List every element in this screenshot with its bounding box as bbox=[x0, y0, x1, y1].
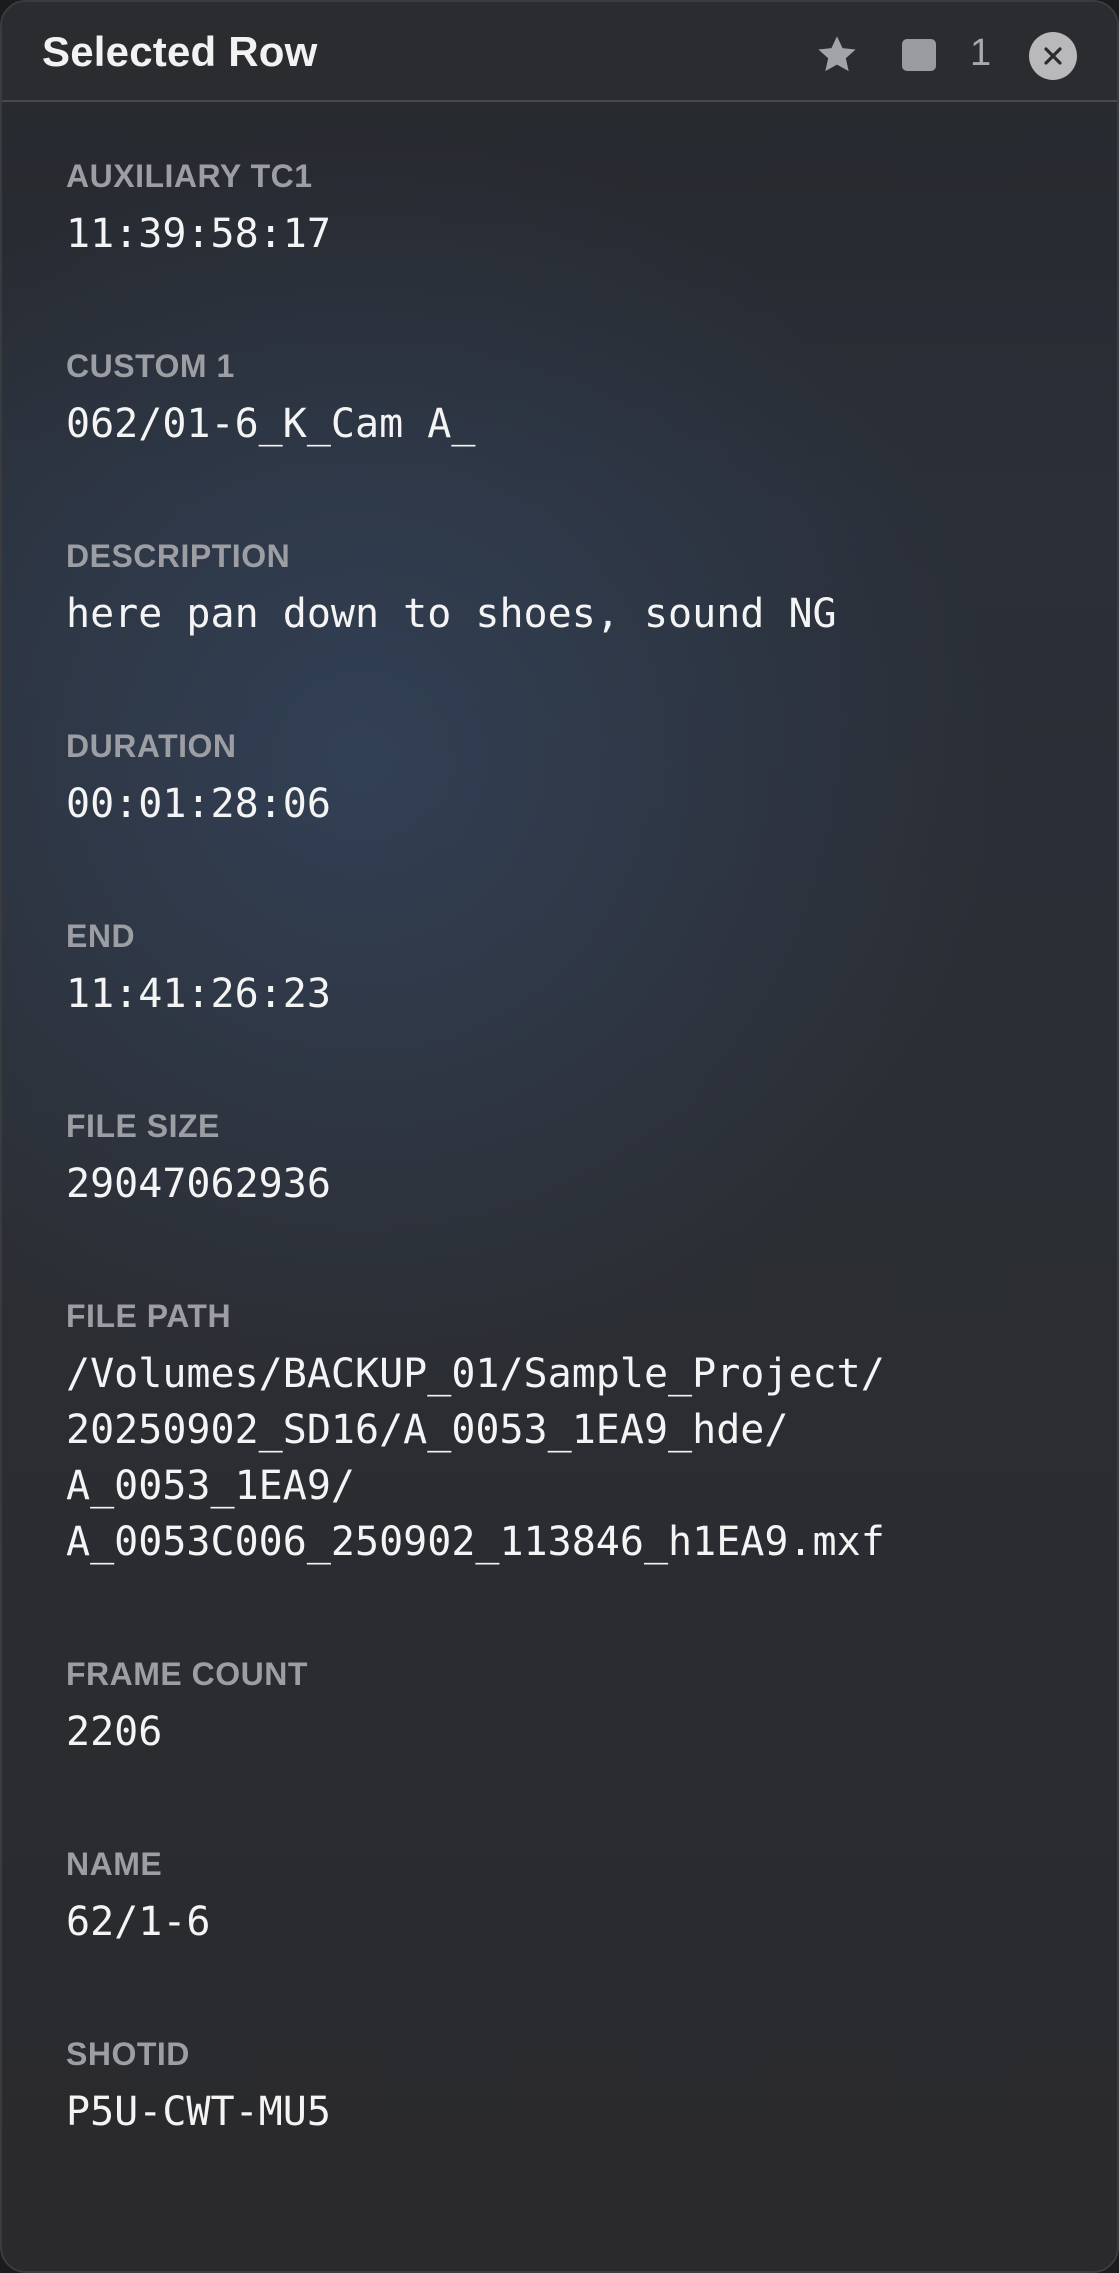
field-name: NAME 62/1-6 bbox=[34, 1790, 1085, 1980]
star-icon[interactable] bbox=[814, 32, 860, 78]
field-label: DESCRIPTION bbox=[66, 538, 291, 574]
field-auxiliary-tc1: AUXILIARY TC1 11:39:58:17 bbox=[34, 102, 1085, 292]
field-file-path: FILE PATH /Volumes/BACKUP_01/Sample_Proj… bbox=[34, 1242, 1085, 1600]
field-value[interactable]: 11:39:58:17 bbox=[66, 206, 1085, 262]
row-count-label: 1 bbox=[970, 32, 992, 74]
field-label: SHOTID bbox=[66, 2036, 190, 2072]
field-shotid: SHOTID P5U-CWT-MU5 bbox=[34, 1980, 1085, 2170]
field-file-size: FILE SIZE 29047062936 bbox=[34, 1052, 1085, 1242]
field-description: DESCRIPTION here pan down to shoes, soun… bbox=[34, 482, 1085, 672]
field-value[interactable]: P5U-CWT-MU5 bbox=[66, 2084, 1085, 2140]
close-button[interactable] bbox=[1029, 32, 1077, 80]
field-frame-count: FRAME COUNT 2206 bbox=[34, 1600, 1085, 1790]
window-title: Selected Row bbox=[42, 28, 318, 75]
field-value[interactable]: here pan down to shoes, sound NG bbox=[66, 586, 1085, 642]
field-label: NAME bbox=[66, 1846, 163, 1882]
field-label: FILE PATH bbox=[66, 1298, 232, 1334]
field-value[interactable]: 00:01:28:06 bbox=[66, 776, 1085, 832]
field-label: DURATION bbox=[66, 728, 237, 764]
field-label: AUXILIARY TC1 bbox=[66, 158, 313, 194]
field-value[interactable]: 62/1-6 bbox=[66, 1894, 1085, 1950]
field-label: CUSTOM 1 bbox=[66, 348, 235, 384]
field-end: END 11:41:26:23 bbox=[34, 862, 1085, 1052]
field-value[interactable]: 29047062936 bbox=[66, 1156, 1085, 1212]
field-duration: DURATION 00:01:28:06 bbox=[34, 672, 1085, 862]
field-value[interactable]: /Volumes/BACKUP_01/Sample_Project/ 20250… bbox=[66, 1346, 1085, 1570]
square-icon[interactable] bbox=[902, 39, 936, 71]
field-value[interactable]: 062/01-6_K_Cam A_ bbox=[66, 396, 1085, 452]
field-value[interactable]: 2206 bbox=[66, 1704, 1085, 1760]
field-label: FRAME COUNT bbox=[66, 1656, 308, 1692]
field-value[interactable]: 11:41:26:23 bbox=[66, 966, 1085, 1022]
title-bar: Selected Row 1 bbox=[2, 2, 1117, 102]
field-custom-1: CUSTOM 1 062/01-6_K_Cam A_ bbox=[34, 292, 1085, 482]
close-icon bbox=[1044, 47, 1062, 65]
field-label: END bbox=[66, 918, 136, 954]
selected-row-window: Selected Row 1 AUXILIARY TC1 11:39:58:17… bbox=[0, 0, 1119, 2273]
field-label: FILE SIZE bbox=[66, 1108, 220, 1144]
field-list: AUXILIARY TC1 11:39:58:17 CUSTOM 1 062/0… bbox=[2, 102, 1117, 2170]
